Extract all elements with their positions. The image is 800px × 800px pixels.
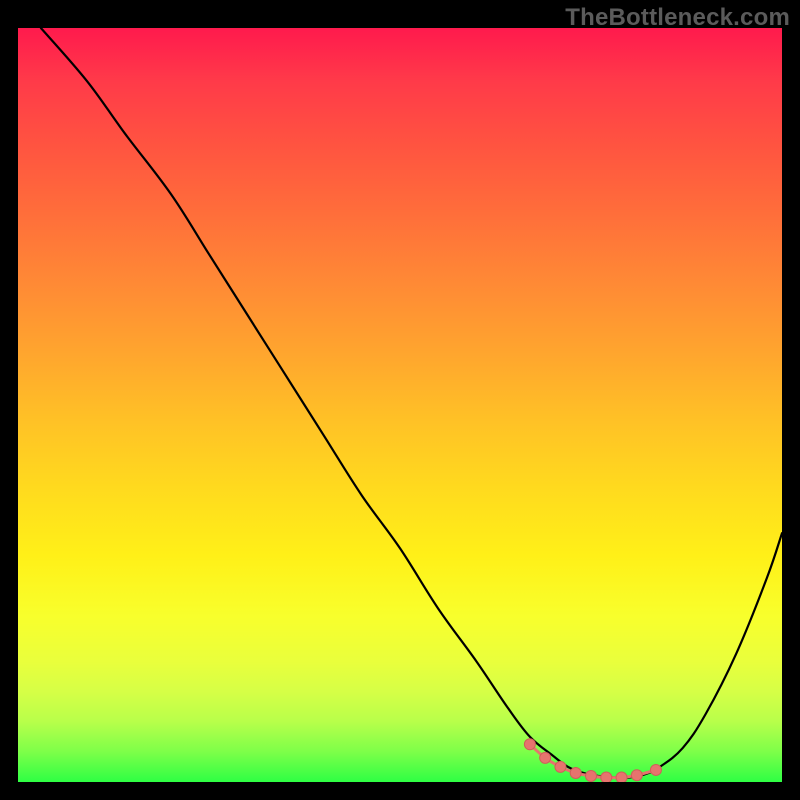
optimal-marker [555, 761, 566, 772]
optimal-marker [631, 770, 642, 781]
plot-area [18, 28, 782, 782]
optimal-marker [601, 772, 612, 782]
optimal-marker [616, 772, 627, 782]
optimal-marker [586, 770, 597, 781]
curve-path [41, 28, 782, 778]
optimal-marker [570, 767, 581, 778]
bottleneck-curve [18, 28, 782, 782]
watermark-text: TheBottleneck.com [565, 4, 790, 32]
optimal-marker [540, 752, 551, 763]
optimal-marker [650, 764, 661, 775]
chart-frame: TheBottleneck.com [0, 0, 800, 800]
optimal-marker [524, 739, 535, 750]
